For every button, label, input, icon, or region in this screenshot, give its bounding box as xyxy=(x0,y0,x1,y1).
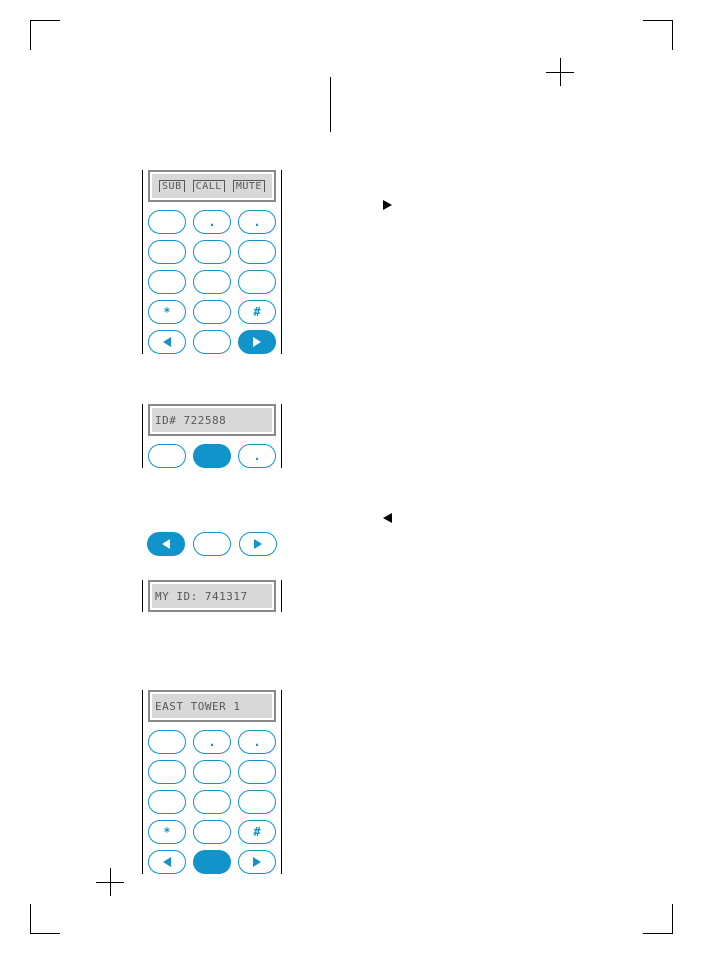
key-hash-2[interactable]: # xyxy=(238,820,276,844)
keypad-1: . . * # xyxy=(148,210,276,354)
key-r3c3[interactable] xyxy=(238,790,276,814)
key-r2c1[interactable] xyxy=(148,760,186,784)
chevron-right-icon xyxy=(253,337,261,347)
key-r3c2[interactable] xyxy=(193,790,231,814)
key-1[interactable] xyxy=(148,210,186,234)
key-r2c2[interactable] xyxy=(193,760,231,784)
lcd-softkeys: SUB CALL MUTE xyxy=(148,170,276,202)
phone-panel-1: SUB CALL MUTE . . * # xyxy=(142,170,282,354)
key-hash[interactable]: # xyxy=(238,300,276,324)
back-icon xyxy=(383,513,392,523)
key-8[interactable] xyxy=(193,270,231,294)
softkey-mute: MUTE xyxy=(233,180,265,192)
key-star-2[interactable]: * xyxy=(148,820,186,844)
key-2[interactable]: . xyxy=(193,210,231,234)
nav-center-key[interactable] xyxy=(193,330,231,354)
nav-right-key-3[interactable] xyxy=(238,850,276,874)
chevron-right-icon xyxy=(253,857,261,867)
phone-panel-4: EAST TOWER 1 . . * # xyxy=(142,690,282,874)
key-r1c3[interactable]: . xyxy=(238,730,276,754)
key-0-2[interactable] xyxy=(193,820,231,844)
play-icon xyxy=(383,200,392,210)
lcd-id-entry: ID# 722588 xyxy=(148,404,276,436)
softkey-sub: SUB xyxy=(159,180,185,192)
key-r1c1[interactable] xyxy=(148,730,186,754)
key-3[interactable]: . xyxy=(238,210,276,234)
phone-panel-3: MY ID: 741317 xyxy=(142,580,282,612)
key-0[interactable] xyxy=(193,300,231,324)
key-r2c3[interactable] xyxy=(238,760,276,784)
key-r1c2[interactable]: . xyxy=(193,730,231,754)
chevron-left-icon xyxy=(163,337,171,347)
nav-left-key-2[interactable] xyxy=(147,532,185,556)
nav-center-key-2[interactable] xyxy=(193,532,231,556)
center-mark xyxy=(330,77,331,132)
nav-right-key-2[interactable] xyxy=(239,532,277,556)
nav-row-standalone xyxy=(142,532,282,556)
key-r3c1[interactable] xyxy=(148,790,186,814)
chevron-right-icon xyxy=(254,539,262,549)
key-blank-l[interactable] xyxy=(148,444,186,468)
chevron-left-icon xyxy=(163,857,171,867)
key-5[interactable] xyxy=(193,240,231,264)
lcd-label-entry: EAST TOWER 1 xyxy=(148,690,276,722)
key-star[interactable]: * xyxy=(148,300,186,324)
nav-left-key[interactable] xyxy=(148,330,186,354)
nav-left-key-3[interactable] xyxy=(148,850,186,874)
key-blank-c[interactable] xyxy=(193,444,231,468)
key-6[interactable] xyxy=(238,240,276,264)
phone-panel-2: ID# 722588 . xyxy=(142,404,282,468)
lcd-my-id: MY ID: 741317 xyxy=(148,580,276,612)
key-9[interactable] xyxy=(238,270,276,294)
key-4[interactable] xyxy=(148,240,186,264)
key-7[interactable] xyxy=(148,270,186,294)
chevron-left-icon xyxy=(162,539,170,549)
key-blank-r[interactable]: . xyxy=(238,444,276,468)
nav-center-key-3[interactable] xyxy=(193,850,231,874)
softkey-call: CALL xyxy=(193,180,225,192)
nav-right-key[interactable] xyxy=(238,330,276,354)
